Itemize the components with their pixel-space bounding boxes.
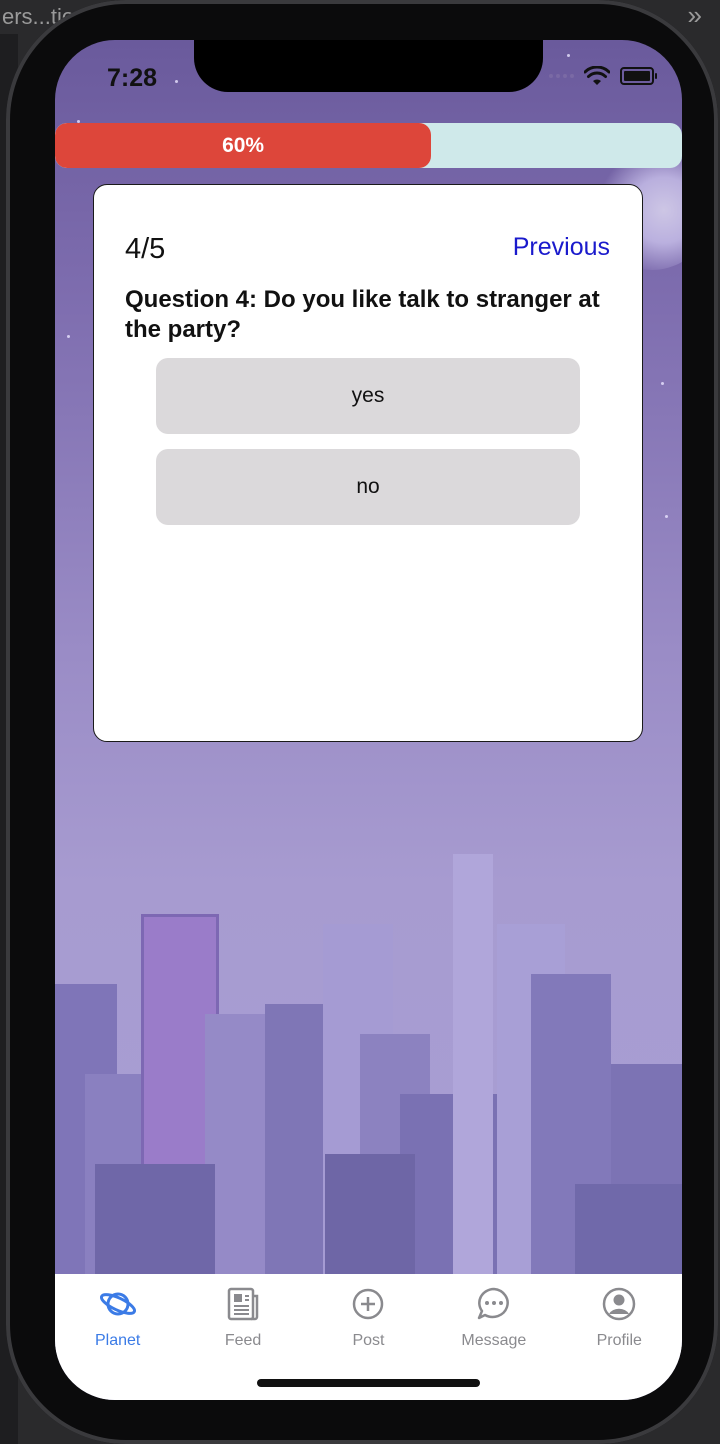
tab-label: Post <box>352 1332 385 1349</box>
tab-feed[interactable]: Feed <box>188 1282 298 1350</box>
tab-label: Feed <box>224 1332 262 1349</box>
tab-planet[interactable]: Planet <box>63 1282 173 1350</box>
star-decoration <box>661 382 664 385</box>
plus-circle-icon <box>346 1282 390 1326</box>
answer-no-button[interactable]: no <box>156 449 580 525</box>
phone-screen: 7:28 60% 4/5 Previous Question 4: Do you… <box>55 40 682 1400</box>
tab-post[interactable]: Post <box>313 1282 423 1350</box>
question-counter: 4/5 <box>125 233 166 265</box>
tab-profile[interactable]: Profile <box>564 1282 674 1350</box>
planet-icon <box>96 1282 140 1326</box>
star-decoration <box>665 515 668 518</box>
star-decoration <box>175 80 178 83</box>
star-decoration <box>567 54 570 57</box>
tab-message[interactable]: Message <box>439 1282 549 1350</box>
city-skyline-illustration <box>55 854 682 1274</box>
quiz-progress-bar: 60% <box>55 123 682 168</box>
desktop-overflow-chevron[interactable]: » <box>688 0 702 30</box>
device-notch <box>194 40 543 92</box>
question-text: Question 4: Do you like talk to stranger… <box>125 286 600 343</box>
tab-label: Message <box>461 1332 527 1349</box>
question-card: 4/5 Previous Question 4: Do you like tal… <box>93 184 643 742</box>
star-decoration <box>67 335 70 338</box>
status-time: 7:28 <box>107 64 158 92</box>
battery-icon <box>620 67 657 85</box>
user-circle-icon <box>597 1282 641 1326</box>
previous-button[interactable]: Previous <box>513 233 610 262</box>
tab-label: Profile <box>596 1332 642 1349</box>
answer-yes-button[interactable]: yes <box>156 358 580 434</box>
tab-label: Planet <box>95 1332 141 1349</box>
home-indicator[interactable] <box>257 1379 480 1387</box>
quiz-progress-fill: 60% <box>55 123 432 168</box>
progress-percent-label: 60% <box>222 133 265 157</box>
cellular-signal-icon <box>549 74 574 78</box>
status-icons <box>549 66 657 86</box>
phone-frame: 7:28 60% 4/5 Previous Question 4: Do you… <box>6 0 718 1444</box>
wifi-icon <box>584 66 610 85</box>
chat-bubble-icon <box>472 1282 516 1326</box>
feed-icon <box>221 1282 265 1326</box>
